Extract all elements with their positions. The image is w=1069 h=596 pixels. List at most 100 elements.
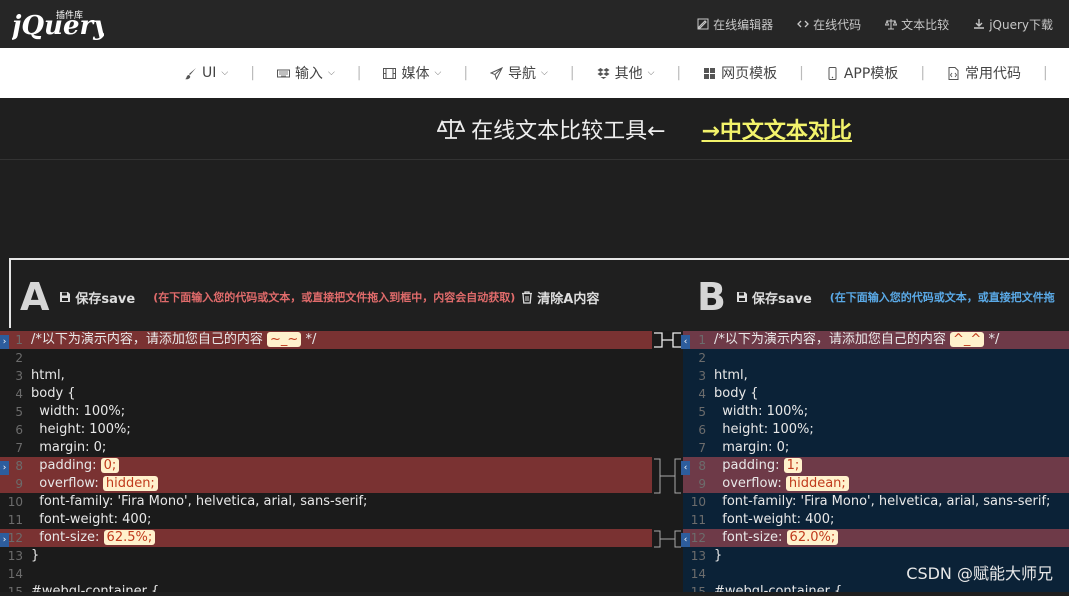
code-line[interactable]: 11 font-weight: 400; [0,511,652,529]
code-line[interactable]: 10 font-family: 'Fira Mono', helvetica, … [683,493,1069,511]
code-line[interactable]: 4 body { [0,385,652,403]
code-line[interactable]: 7 margin: 0; [683,439,1069,457]
nav-item-app-templates[interactable]: APP模板 [818,63,906,83]
code-line[interactable]: 5 width: 100%; [0,403,652,421]
code-line[interactable]: 3 html, [683,367,1069,385]
code-line[interactable]: 13} [0,547,652,565]
line-number: 6 [698,423,706,437]
code-line[interactable]: 1/*以下为演示内容，请添加您自己的内容 ^_^ */ [683,331,1069,349]
code-line[interactable]: 1/*以下为演示内容，请添加您自己的内容 ~_~ */ [0,331,652,349]
nav-item-label: 导航 [508,66,537,82]
code-content: /*以下为演示内容，请添加您自己的内容 [714,332,951,347]
code-line[interactable]: 6 height: 100%; [0,421,652,439]
top-link-text-compare[interactable]: 文本比较 [885,16,949,33]
nav-divider: | [799,65,804,81]
nav-divider: | [1043,65,1048,81]
code-text: font-family: 'Fira Mono', helvetica, ari… [31,493,652,511]
nav-item-label: 媒体 [401,66,430,82]
diff-chip: ^_^ [950,332,985,347]
code-line[interactable]: 8 padding: 0; [0,457,652,475]
code-text: font-weight: 400; [31,511,652,529]
merge-left-arrow-icon[interactable]: ‹ [681,461,690,475]
code-content: font-weight: 400; [31,512,152,527]
code-line[interactable]: 11 font-weight: 400; [683,511,1069,529]
code-line[interactable]: 15 #webgl-container { [683,583,1069,592]
code-line[interactable]: 6 height: 100%; [683,421,1069,439]
code-content: font-size: [714,530,787,545]
code-line[interactable]: 8 padding: 1; [683,457,1069,475]
code-content: font-family: 'Fira Mono', helvetica, ari… [31,494,368,509]
code-content: /*以下为演示内容，请添加您自己的内容 [31,332,268,347]
code-line[interactable]: 10 font-family: 'Fira Mono', helvetica, … [0,493,652,511]
code-text: html, [714,367,1069,385]
code-text: body { [31,385,652,403]
code-content: body { [714,386,759,401]
merge-right-arrow-icon[interactable]: › [0,461,9,475]
nav-item-label: UI [202,65,217,81]
code-text: font-family: 'Fira Mono', helvetica, ari… [714,493,1069,511]
scale-icon [885,19,898,30]
file-code-icon [948,66,959,80]
nav-item-input[interactable]: 输入 ⌵ [269,63,343,83]
nav-item-media[interactable]: 媒体 ⌵ [375,63,449,83]
chinese-compare-link[interactable]: →中文文本对比 [702,113,852,145]
diff-chip: hiddean; [785,476,849,491]
merge-right-arrow-icon[interactable]: › [0,335,9,349]
code-content: #webgl-container { [714,584,843,592]
nav-item-navigation[interactable]: 导航 ⌵ [482,63,556,83]
code-line[interactable]: 3 html, [0,367,652,385]
top-link-online-code[interactable]: 在线代码 [797,16,861,33]
clear-a-button[interactable]: 清除A内容 [521,288,599,307]
diff-chip: 62.0%; [786,530,839,545]
code-line[interactable]: 12 font-size: 62.0%; [683,529,1069,547]
code-line[interactable]: 9 overflow: hidden; [0,475,652,493]
page-title: 在线文本比较工具← [471,118,666,144]
mobile-icon [828,66,837,80]
code-line[interactable]: 12 font-size: 62.5%; [0,529,652,547]
pane-b-hint: (在下面输入您的代码或文本，或直接把文件拖 [829,291,1055,304]
nav-item-web-templates[interactable]: 网页模板 [695,63,785,83]
code-line[interactable]: 5 width: 100%; [683,403,1069,421]
code-line[interactable]: 2 [683,349,1069,367]
line-number: 4 [698,387,706,401]
code-line[interactable]: 14 [0,565,652,583]
nav-item-label: 输入 [294,66,323,82]
diff-chip: 0; [100,458,120,473]
nav-item-ui[interactable]: UI ⌵ [176,65,236,81]
top-link-label: jQuery下载 [989,17,1053,32]
line-number: 4 [15,387,23,401]
merge-right-arrow-icon[interactable]: › [0,533,9,547]
line-number: 11 [690,513,706,527]
pane-b-letter: B [697,275,726,319]
nav-item-common-code[interactable]: 常用代码 [939,63,1029,83]
code-text: width: 100%; [31,403,652,421]
trash-icon [522,290,533,304]
code-line[interactable]: 2 [0,349,652,367]
code-line[interactable]: 15 #webgl-container { [0,583,652,592]
nav-item-label: 网页模板 [721,66,778,82]
code-content: } [714,548,723,563]
save-label: 保存save [751,291,812,307]
code-line[interactable]: 4 body { [683,385,1069,403]
code-content: } [31,548,40,563]
line-number: 14 [7,567,23,581]
code-text: padding: 0; [31,457,652,475]
top-link-online-editor[interactable]: 在线编辑器 [697,16,773,33]
top-link-jquery-download[interactable]: jQuery下载 [973,16,1053,33]
merge-left-arrow-icon[interactable]: ‹ [681,335,690,349]
top-links: 在线编辑器 在线代码 文本比较 jQuery下载 [697,0,1053,48]
pane-a-save-button[interactable]: 保存save [59,288,135,307]
jquery-logo[interactable]: jQuery 插件库 [7,6,110,42]
code-content: body { [31,386,76,401]
pane-b-save-button[interactable]: 保存save [736,288,812,307]
nav-item-other[interactable]: 其他 ⌵ [589,63,663,83]
code-line[interactable]: 9 overflow: hiddean; [683,475,1069,493]
diff-chip: ~_~ [267,332,302,347]
code-line[interactable]: 7 margin: 0; [0,439,652,457]
edit-icon [697,18,709,30]
editor-b[interactable]: 1/*以下为演示内容，请添加您自己的内容 ^_^ */ 2 3 html, 4 body … [683,331,1069,592]
editor-a[interactable]: 1/*以下为演示内容，请添加您自己的内容 ~_~ */ 2 3 html, 4 body … [0,331,652,592]
merge-left-arrow-icon[interactable]: ‹ [681,533,690,547]
line-number: 10 [7,495,23,509]
